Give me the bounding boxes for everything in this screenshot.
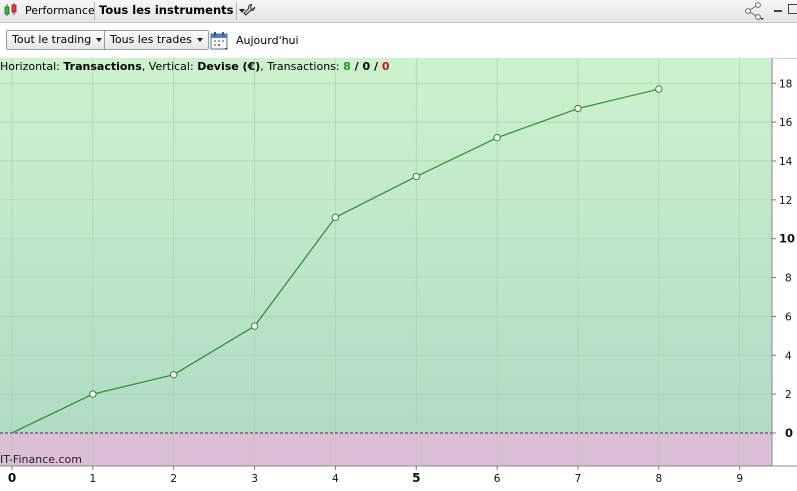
topbar-divider [236,2,237,20]
minimize-icon[interactable] [774,10,782,12]
y-tick-label: 14 [779,156,793,168]
y-tick-label: 16 [779,117,793,129]
top-bar: Performance Tous les instruments [0,0,797,23]
watermark: IT-Finance.com [0,453,82,466]
data-point [170,370,178,379]
x-tick-label: 3 [251,473,258,485]
x-tick-label: 1 [90,473,97,485]
filter-toolbar: Tout le trading Tous les trades Aujourd'… [0,23,797,59]
instruments-dropdown[interactable]: Tous les instruments [99,0,245,22]
x-tick-label: 4 [332,473,339,485]
trading-filter-label: Tout le trading [12,33,92,46]
y-tick-label: 0 [785,426,793,440]
x-tick-label: 8 [655,473,662,485]
y-tick-label: 18 [779,78,792,90]
date-label[interactable]: Aujourd'hui [236,34,299,47]
y-tick-label: 6 [785,311,792,323]
performance-tab[interactable]: Performance [25,0,95,22]
wrench-icon[interactable] [242,3,256,25]
chart-canvas: 0123456789 024681012141618 Horizontal: T… [0,58,797,485]
share-icon[interactable] [744,1,764,23]
trading-filter-dropdown[interactable]: Tout le trading [6,30,109,50]
chevron-down-icon [96,38,103,42]
instruments-dropdown-label: Tous les instruments [99,3,234,17]
chart-info-text: Horizontal: Transactions, Vertical: Devi… [0,60,390,73]
calendar-icon[interactable] [210,31,230,51]
positive-zone [0,58,772,433]
x-tick-label: 2 [170,473,177,485]
data-point [89,390,97,398]
y-tick-label: 2 [785,389,792,401]
x-tick-label: 9 [736,473,743,485]
y-tick-label: 12 [779,195,792,207]
x-tick-label: 7 [575,473,582,485]
data-point [250,322,259,330]
data-point [493,133,501,142]
data-point [574,104,582,113]
y-tick-label: 4 [785,350,792,362]
data-point [655,85,663,93]
performance-chart: 0123456789 0 2 4 6 8 10 12 14 16 18 Horizontal: T… [0,58,797,488]
x-tick-label: 0 [8,471,16,485]
topbar-divider [94,2,95,20]
x-tick-label: 5 [412,471,420,485]
negative-zone [0,432,772,466]
data-point [331,213,340,222]
chevron-down-icon [196,38,203,42]
candlestick-icon [3,2,19,24]
trades-filter-dropdown[interactable]: Tous les trades [104,30,209,50]
y-tick-label: 10 [779,232,795,246]
y-tick-label: 8 [785,273,792,285]
data-point [412,172,420,181]
x-tick-label: 6 [494,473,501,485]
maximize-icon[interactable] [788,4,797,14]
trades-filter-label: Tous les trades [110,33,192,46]
